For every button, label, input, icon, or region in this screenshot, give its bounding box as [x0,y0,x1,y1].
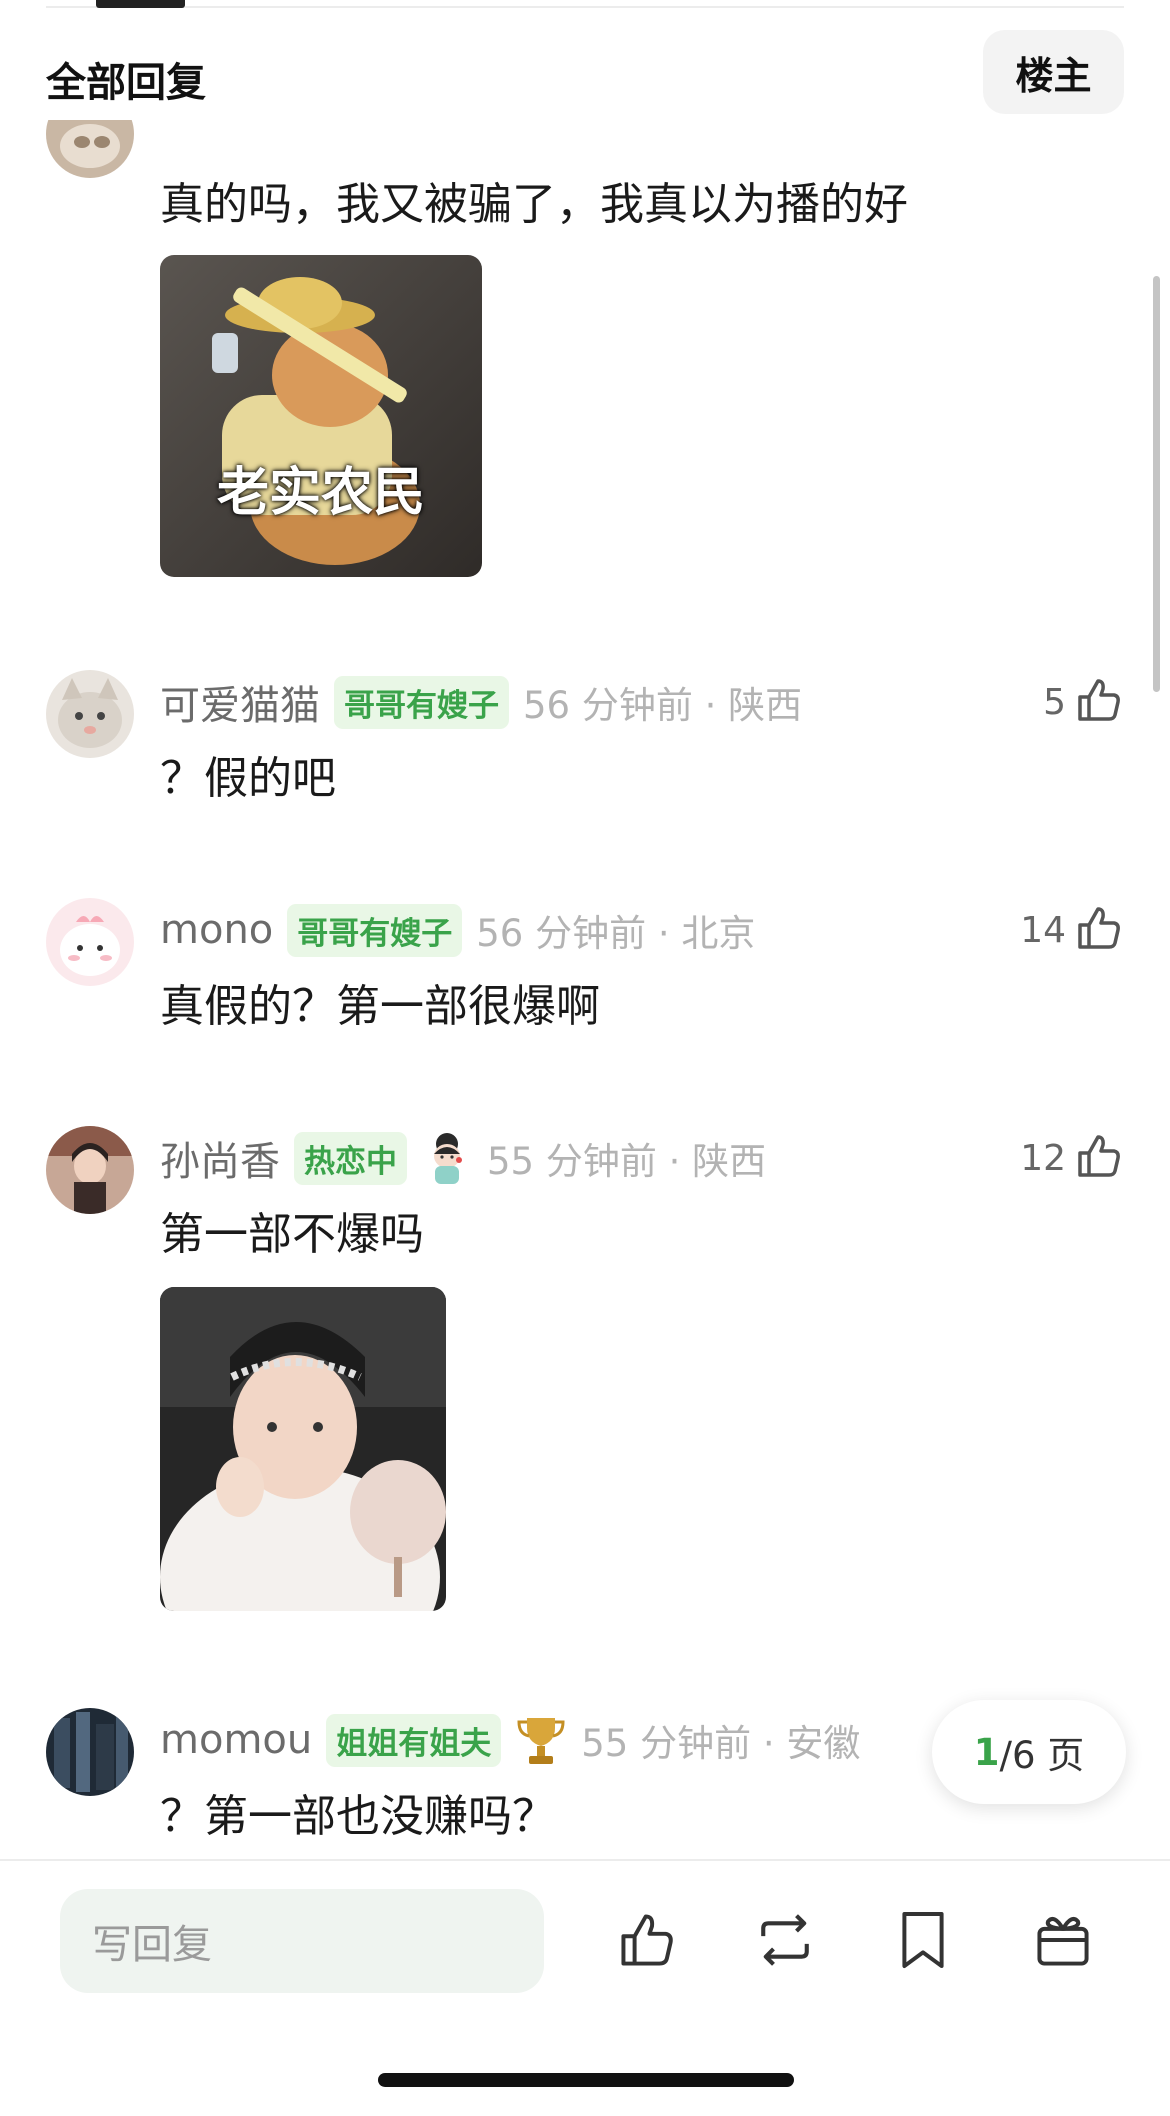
comment-text: 真假的？第一部很爆啊 [160,981,600,1032]
comment-image[interactable] [160,1287,446,1611]
comment-feed[interactable]: 真的吗，我又被骗了，我真以为播的好 老实农民 可爱猫猫 哥哥有嫂子 56 分钟前… [0,120,1170,1859]
comment-meta: momou 姐姐有姐夫 55 分钟前 · 安徽 [160,1712,860,1768]
comment-text: ？第一部也没赚吗？ [160,1791,556,1842]
thumbs-up-icon[interactable] [1074,903,1124,957]
comment-meta: 孙尚香 热恋中 55 分钟前 · 陕西 [160,1130,766,1186]
comment-meta: 可爱猫猫 哥哥有嫂子 56 分钟前 · 陕西 [160,674,802,730]
trophy-icon [515,1712,567,1768]
image-caption: 老实农民 [216,463,425,523]
scrollbar[interactable] [1153,276,1160,692]
comment-item: 可爱猫猫 哥哥有嫂子 56 分钟前 · 陕西 5 ？假的吧 [0,670,1170,870]
comment-item: mono 哥哥有嫂子 56 分钟前 · 北京 14 真假的？第一部很爆啊 [0,898,1170,1098]
like-count: 5 [1043,681,1066,723]
timestamp: 56 分钟前 · 陕西 [523,684,803,727]
thumbs-up-icon[interactable] [1074,1131,1124,1185]
page-title: 全部回复 [46,60,206,106]
page-total: /6 页 [999,1734,1085,1777]
comment-text: 第一部不爆吗 [160,1209,424,1260]
like-count: 14 [1020,909,1066,951]
top-divider [46,6,1124,8]
comment-text: 真的吗，我又被骗了，我真以为播的好 [160,179,908,230]
username[interactable]: 可爱猫猫 [160,673,320,731]
thumbs-up-icon[interactable] [1074,675,1124,729]
timestamp: 55 分钟前 · 陕西 [487,1140,767,1183]
comment-text: ？假的吧 [160,753,336,804]
like-count: 12 [1020,1137,1066,1179]
avatar[interactable] [46,1708,134,1796]
like-control[interactable]: 5 [1043,674,1124,730]
page-indicator[interactable]: 1/6 页 [932,1700,1126,1804]
reply-input[interactable]: 写回复 [60,1889,544,1993]
comment-meta: mono 哥哥有嫂子 56 分钟前 · 北京 [160,902,755,958]
like-control[interactable]: 12 [1020,1130,1124,1186]
user-badge: 姐姐有姐夫 [326,1713,502,1767]
like-icon[interactable] [612,1905,682,1975]
avatar[interactable] [46,120,134,178]
username[interactable]: momou [160,1717,312,1763]
bottom-action-bar: 写回复 [0,1859,1170,2116]
user-badge: 哥哥有嫂子 [287,903,463,957]
gift-icon[interactable] [1028,1905,1098,1975]
avatar[interactable] [46,670,134,758]
timestamp: 55 分钟前 · 安徽 [581,1722,861,1765]
like-control[interactable]: 14 [1020,902,1124,958]
comment-item: 孙尚香 热恋中 55 分钟前 · 陕西 12 第一部不爆吗 [0,1126,1170,1636]
user-badge: 哥哥有嫂子 [334,675,509,729]
username[interactable]: 孙尚香 [160,1129,280,1187]
avatar[interactable] [46,898,134,986]
repost-icon[interactable] [750,1905,820,1975]
user-badge: 热恋中 [294,1131,407,1185]
doll-avatar-icon [421,1130,473,1186]
tab-indicator [96,0,185,8]
comment-item: 真的吗，我又被骗了，我真以为播的好 老实农民 [0,120,1170,580]
timestamp: 56 分钟前 · 北京 [476,912,756,955]
username[interactable]: mono [160,907,273,953]
home-indicator[interactable] [378,2073,794,2087]
comment-image[interactable]: 老实农民 [160,255,482,577]
owner-only-button[interactable]: 楼主 [983,30,1124,114]
current-page: 1 [973,1730,1000,1774]
replies-header: 全部回复 楼主 [0,30,1170,120]
avatar[interactable] [46,1126,134,1214]
bookmark-icon[interactable] [888,1905,958,1975]
